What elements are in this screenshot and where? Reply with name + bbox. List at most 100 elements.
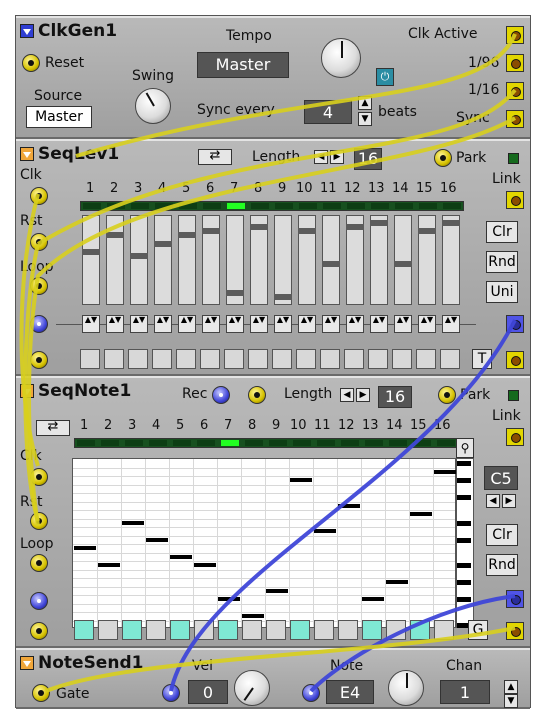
gate-button[interactable] <box>146 620 166 640</box>
out-1-16-port[interactable] <box>506 82 524 100</box>
slider-thumb[interactable] <box>370 220 388 227</box>
random-button[interactable]: Rnd <box>486 251 518 273</box>
chan-display[interactable]: 1 <box>440 680 490 704</box>
collapse-icon[interactable] <box>20 24 34 38</box>
cv-in-port[interactable] <box>30 315 48 333</box>
clear-button[interactable]: Clr <box>486 524 518 546</box>
level-stepper[interactable]: ▲▼ <box>298 315 316 333</box>
level-slider[interactable] <box>370 215 388 305</box>
level-stepper[interactable]: ▲▼ <box>106 315 124 333</box>
gate-button[interactable] <box>218 620 238 640</box>
level-slider[interactable] <box>394 215 412 305</box>
trigger-button[interactable] <box>296 349 316 369</box>
trigger-button[interactable] <box>416 349 436 369</box>
gate-button[interactable] <box>362 620 382 640</box>
black-key[interactable] <box>457 478 471 483</box>
tempo-knob[interactable] <box>321 38 361 78</box>
level-slider[interactable] <box>130 215 148 305</box>
park-port[interactable] <box>438 386 456 404</box>
note-cell[interactable] <box>266 588 288 593</box>
octave-display[interactable]: C5 <box>484 466 518 490</box>
note-knob[interactable] <box>388 670 424 706</box>
level-stepper[interactable]: ▲▼ <box>130 315 148 333</box>
black-key[interactable] <box>457 537 471 543</box>
gate-button[interactable] <box>386 620 406 640</box>
level-slider[interactable] <box>106 215 124 305</box>
source-select[interactable]: Master <box>26 106 92 128</box>
level-slider[interactable] <box>82 215 100 305</box>
length-decrement[interactable]: ◀ <box>314 150 328 164</box>
gate-button[interactable] <box>266 620 286 640</box>
power-icon[interactable]: ⏻ <box>376 68 394 86</box>
note-cell[interactable] <box>242 614 264 618</box>
level-stepper[interactable]: ▲▼ <box>154 315 172 333</box>
note-cell[interactable] <box>146 537 168 542</box>
level-slider[interactable] <box>250 215 268 305</box>
note-cell[interactable] <box>74 546 96 550</box>
level-stepper[interactable]: ▲▼ <box>82 315 100 333</box>
level-slider[interactable] <box>274 215 292 305</box>
slider-thumb[interactable] <box>202 228 220 235</box>
rec-gate-port[interactable] <box>248 386 266 404</box>
level-stepper[interactable]: ▲▼ <box>202 315 220 333</box>
rec-port[interactable] <box>212 386 230 404</box>
note-port[interactable] <box>302 684 320 702</box>
gate-button[interactable] <box>122 620 142 640</box>
level-stepper[interactable]: ▲▼ <box>418 315 436 333</box>
level-slider[interactable] <box>442 215 460 305</box>
level-slider[interactable] <box>346 215 364 305</box>
octave-down[interactable]: ◀ <box>486 494 500 508</box>
slider-thumb[interactable] <box>250 224 268 231</box>
black-key[interactable] <box>457 461 471 466</box>
loop-port[interactable] <box>30 277 48 295</box>
trigger-button[interactable] <box>272 349 292 369</box>
trigger-button[interactable] <box>104 349 124 369</box>
collapse-icon[interactable] <box>20 147 34 161</box>
trigger-button[interactable] <box>440 349 460 369</box>
note-cell[interactable] <box>122 520 144 525</box>
note-cell[interactable] <box>410 512 432 516</box>
note-cell[interactable] <box>290 478 312 482</box>
rst-port[interactable] <box>30 512 48 530</box>
sync-out-port[interactable] <box>506 110 524 128</box>
note-cell[interactable] <box>386 580 408 584</box>
trigger-button[interactable] <box>320 349 340 369</box>
gate-out-port[interactable] <box>506 622 524 640</box>
level-slider[interactable] <box>178 215 196 305</box>
uniform-button[interactable]: Uni <box>486 281 518 303</box>
gate-button[interactable] <box>290 620 310 640</box>
level-stepper[interactable]: ▲▼ <box>250 315 268 333</box>
slider-thumb[interactable] <box>274 293 292 300</box>
trig-in-port[interactable] <box>30 351 48 369</box>
note-cell[interactable] <box>170 554 192 559</box>
note-cell[interactable] <box>314 529 336 533</box>
clk-port[interactable] <box>30 468 48 486</box>
black-key[interactable] <box>457 580 471 585</box>
slider-thumb[interactable] <box>226 289 244 296</box>
random-button[interactable]: Rnd <box>486 554 518 576</box>
length-value[interactable]: 16 <box>378 386 412 408</box>
gate-button[interactable] <box>434 620 454 640</box>
gate-button[interactable] <box>314 620 334 640</box>
level-stepper[interactable]: ▲▼ <box>346 315 364 333</box>
note-out-port[interactable] <box>506 590 524 608</box>
swing-knob[interactable] <box>135 88 171 124</box>
vel-display[interactable]: 0 <box>188 680 228 704</box>
tempo-display[interactable]: Master <box>197 52 289 78</box>
level-stepper[interactable]: ▲▼ <box>274 315 292 333</box>
slider-thumb[interactable] <box>82 248 100 255</box>
out-1-96-port[interactable] <box>506 54 524 72</box>
slider-thumb[interactable] <box>442 220 460 227</box>
level-slider[interactable] <box>202 215 220 305</box>
gate-button[interactable] <box>410 620 430 640</box>
trigger-button[interactable] <box>200 349 220 369</box>
piano-keyboard[interactable] <box>456 458 474 628</box>
level-slider[interactable] <box>298 215 316 305</box>
level-stepper[interactable]: ▲▼ <box>322 315 340 333</box>
note-cell[interactable] <box>218 597 240 601</box>
sync-stepper-down[interactable]: ▼ <box>358 112 372 126</box>
g-button[interactable]: G <box>468 620 488 640</box>
clk-port[interactable] <box>30 187 48 205</box>
gate-port[interactable] <box>32 684 50 702</box>
black-key[interactable] <box>457 495 471 500</box>
